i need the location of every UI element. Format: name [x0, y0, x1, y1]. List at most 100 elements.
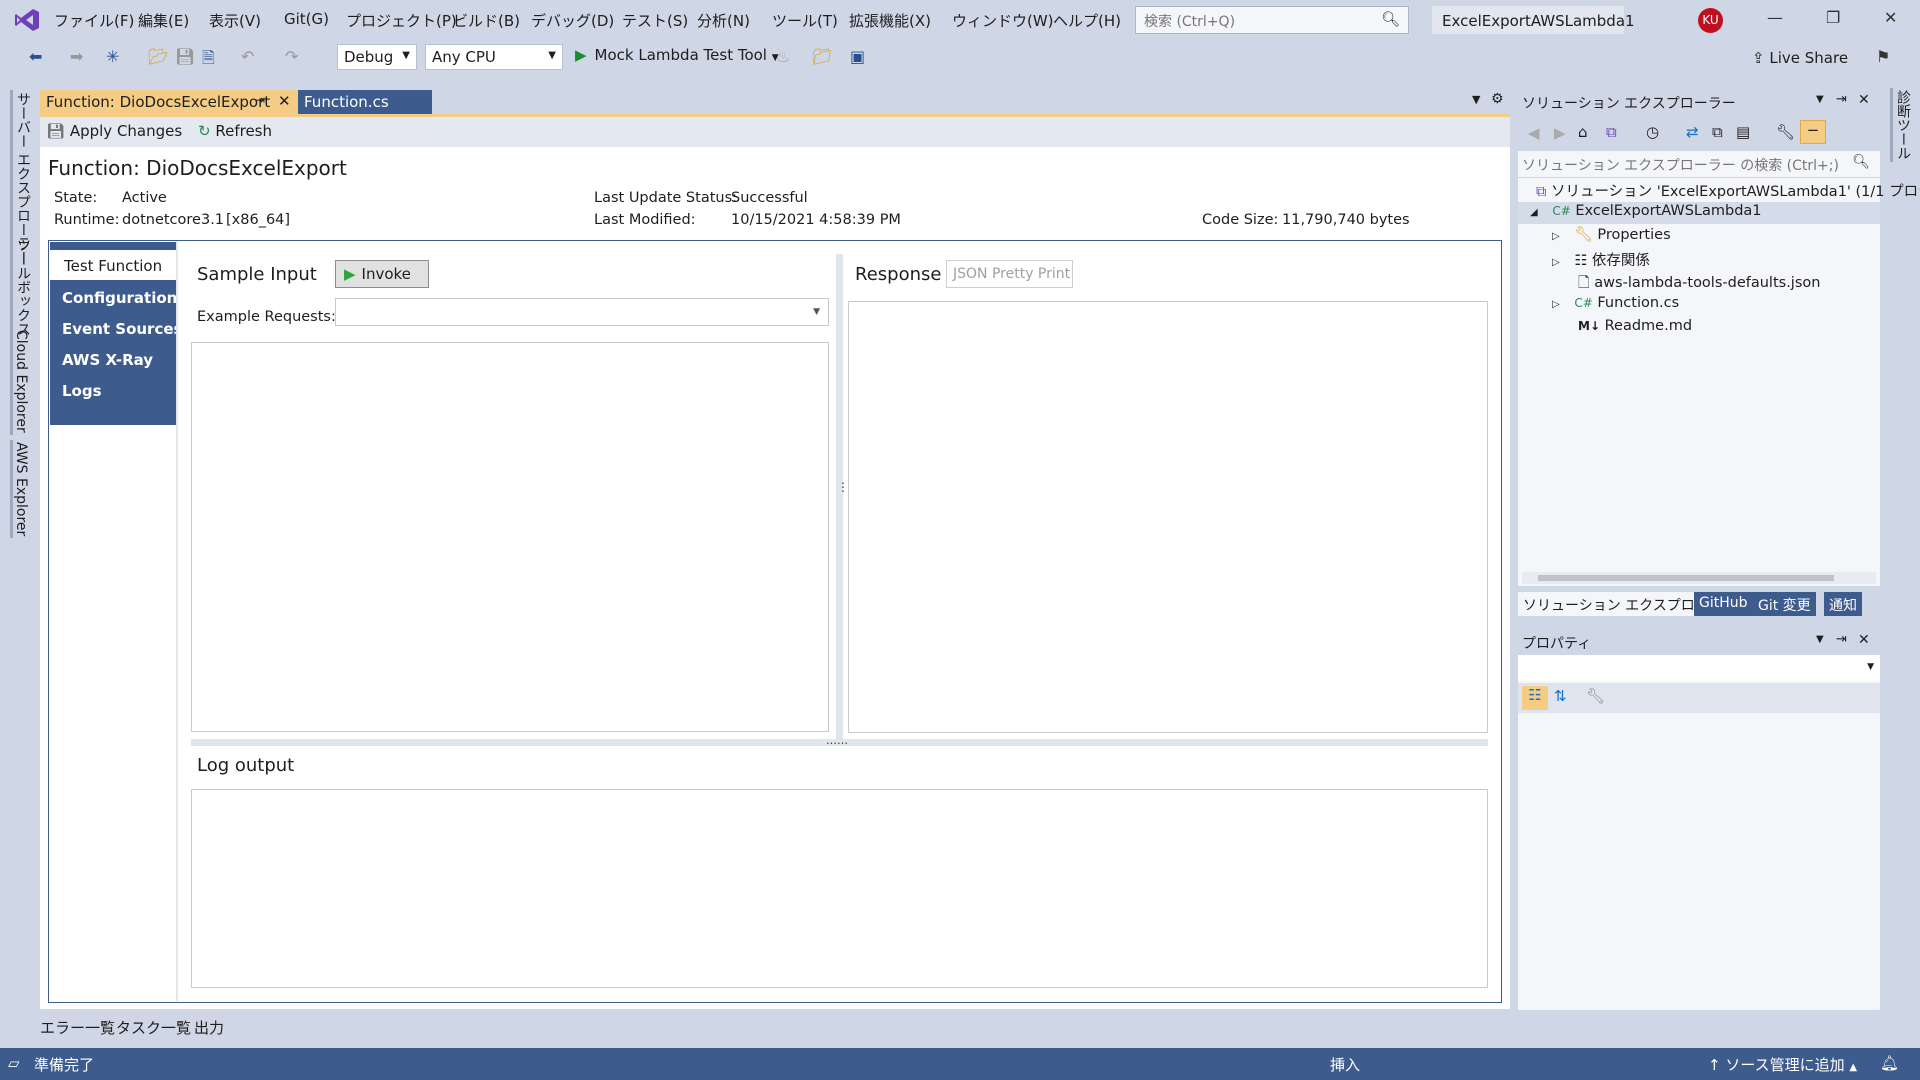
avatar[interactable]: KU [1698, 8, 1723, 33]
close-icon[interactable]: ✕ [1858, 92, 1870, 108]
screenshot-icon[interactable]: ▣ [850, 47, 865, 66]
gear-icon[interactable]: ⚙ [1491, 91, 1504, 107]
collapsed-chevron-icon: ▷ [1552, 257, 1560, 268]
hot-reload-icon[interactable]: ♨ [776, 47, 790, 66]
vertical-splitter[interactable] [836, 254, 843, 742]
tab-output[interactable]: 出力 [194, 1017, 224, 1038]
chevron-down-icon[interactable]: ▼ [1816, 94, 1824, 105]
chevron-down-icon[interactable]: ▼ [1816, 634, 1824, 645]
pin-icon[interactable]: ⇥ [255, 93, 265, 107]
scrollbar-thumb[interactable] [1538, 575, 1834, 581]
aws-explorer-tab[interactable]: AWS Explorer [10, 440, 29, 539]
tab-git-changes[interactable]: Git 変更 [1753, 592, 1816, 616]
nav-test-function[interactable]: Test Function [64, 257, 162, 275]
save-icon[interactable]: 💾︎ [175, 47, 195, 66]
save-all-icon[interactable]: 🗎︎ [202, 47, 215, 74]
close-window-icon[interactable]: ✕ [1884, 8, 1897, 27]
pin-icon[interactable]: ⇥ [1836, 632, 1847, 647]
menu-edit[interactable]: 編集(E) [138, 10, 189, 31]
start-debugging-button[interactable]: ▶ Mock Lambda Test Tool ▼ [575, 46, 779, 64]
tab-function-view[interactable]: Function: DioDocsExcelExport ⇥ ✕ [40, 90, 298, 114]
switch-views-icon[interactable]: ⧉ [1606, 123, 1617, 141]
nav-configuration[interactable]: Configuration [62, 289, 177, 307]
tab-task-list[interactable]: タスク一覧 [116, 1017, 191, 1038]
minimize-icon[interactable]: — [1767, 8, 1783, 27]
invoke-button[interactable]: ▶ Invoke [335, 260, 429, 288]
forward-icon[interactable]: ▶ [1554, 124, 1566, 142]
apply-changes-button[interactable]: 💾︎ Apply Changes [46, 122, 182, 140]
preview-selected-icon[interactable]: − [1800, 120, 1826, 144]
menu-view[interactable]: 表示(V) [209, 10, 261, 31]
global-search-input[interactable]: 検索 (Ctrl+Q) 🔍︎ [1135, 6, 1409, 34]
solution-name-badge: ExcelExportAWSLambda1 [1432, 6, 1635, 34]
undo-icon[interactable]: ↶ [241, 47, 254, 66]
tree-item-project[interactable]: ◢ C# ExcelExportAWSLambda1 [1530, 203, 1762, 219]
categorized-icon[interactable]: ☷ [1522, 686, 1548, 710]
forward-icon[interactable]: ➡ [70, 47, 83, 66]
properties-object-select[interactable]: ▼ [1518, 655, 1880, 681]
tree-item-readme[interactable]: M↓ Readme.md [1578, 318, 1692, 334]
menu-project[interactable]: プロジェクト(P) [346, 10, 457, 31]
diagnostic-tools-tab[interactable]: 診断ツール [1890, 88, 1913, 162]
nav-aws-xray[interactable]: AWS X-Ray [62, 351, 153, 369]
sample-input-editor[interactable] [191, 342, 829, 732]
close-icon[interactable]: ✕ [1858, 632, 1870, 648]
refresh-button[interactable]: ↻ Refresh [198, 122, 272, 140]
menu-extensions[interactable]: 拡張機能(X) [849, 10, 931, 31]
collapse-all-icon[interactable]: ⧉ [1712, 123, 1723, 141]
notification-bell-icon[interactable]: 🔔︎ [1880, 1054, 1899, 1072]
response-viewer[interactable] [848, 301, 1488, 733]
sync-icon[interactable]: ⇄ [1686, 123, 1699, 141]
pin-icon[interactable]: ⇥ [1836, 92, 1847, 107]
add-to-source-control-button[interactable]: ↑ ソース管理に追加 ▲ [1708, 1054, 1857, 1075]
find-in-files-icon[interactable]: 📁︎ [812, 47, 832, 66]
restore-icon[interactable]: ❐ [1826, 8, 1840, 27]
open-folder-icon[interactable]: 📂︎ [148, 47, 168, 66]
menu-file[interactable]: ファイル(F) [54, 10, 134, 31]
toolbox-tab[interactable]: ツールボックス [10, 236, 33, 338]
show-all-files-icon[interactable]: ▤ [1736, 123, 1750, 141]
menu-build[interactable]: ビルド(B) [453, 10, 520, 31]
horizontal-scrollbar[interactable] [1522, 572, 1876, 584]
feedback-icon[interactable]: ⚑ [1876, 47, 1890, 66]
menu-tools[interactable]: ツール(T) [772, 10, 838, 31]
example-requests-select[interactable]: ▼ [335, 298, 829, 326]
code-size-value: 11,790,740 bytes [1282, 212, 1410, 228]
tab-notifications[interactable]: 通知 [1824, 592, 1862, 616]
tree-item-label: Function.cs [1597, 295, 1680, 311]
back-icon[interactable]: ⬅ [29, 47, 42, 66]
tab-error-list[interactable]: エラー一覧 [40, 1017, 115, 1038]
tree-item-function-cs[interactable]: ▷ C# Function.cs [1552, 295, 1679, 311]
back-icon[interactable]: ◀ [1528, 124, 1540, 142]
cloud-explorer-tab[interactable]: Cloud Explorer [10, 328, 29, 435]
tree-item-defaults-json[interactable]: 🗋︎ aws-lambda-tools-defaults.json [1578, 272, 1820, 297]
configuration-select[interactable]: Debug ▼ [337, 44, 417, 70]
redo-icon[interactable]: ↷ [285, 47, 298, 66]
json-pretty-print-button[interactable]: JSON Pretty Print [946, 260, 1073, 288]
log-output-viewer[interactable] [191, 789, 1488, 988]
tree-item-dependencies[interactable]: ▷ ☷ 依存関係 [1552, 249, 1650, 270]
solution-explorer-search-input[interactable]: ソリューション エクスプローラー の検索 (Ctrl+;) 🔍︎ [1518, 151, 1880, 177]
close-tab-icon[interactable]: ✕ [278, 92, 291, 110]
menu-window[interactable]: ウィンドウ(W) [952, 10, 1054, 31]
tree-item-properties[interactable]: ▷ 🔧︎ Properties [1552, 226, 1671, 243]
nav-event-sources[interactable]: Event Sources [62, 320, 182, 338]
nav-logs[interactable]: Logs [62, 382, 102, 400]
menu-test[interactable]: テスト(S) [622, 10, 688, 31]
tab-function-cs[interactable]: Function.cs [298, 90, 432, 114]
menu-git[interactable]: Git(G) [284, 10, 329, 28]
menu-help[interactable]: ヘルプ(H) [1053, 10, 1121, 31]
wrench-icon[interactable]: 🔧︎ [1776, 123, 1795, 141]
alphabetical-sort-icon[interactable]: ⇅ [1554, 687, 1567, 705]
home-icon[interactable]: ⌂ [1578, 123, 1588, 141]
pending-changes-filter-icon[interactable]: ◷ [1646, 123, 1659, 141]
tab-github[interactable]: GitHub [1694, 592, 1753, 616]
tab-overflow-chevron-icon[interactable]: ▼ [1472, 93, 1480, 106]
live-share-button[interactable]: ⇪ Live Share [1752, 49, 1848, 67]
platform-select[interactable]: Any CPU ▼ [425, 44, 563, 70]
new-project-icon[interactable]: ✳ [106, 47, 119, 66]
menu-analyze[interactable]: 分析(N) [697, 10, 750, 31]
menu-debug[interactable]: デバッグ(D) [531, 10, 614, 31]
property-pages-icon[interactable]: 🔧︎ [1586, 687, 1605, 705]
tree-item-solution[interactable]: ⧉ ソリューション 'ExcelExportAWSLambda1' (1/1 プ… [1536, 180, 1920, 201]
